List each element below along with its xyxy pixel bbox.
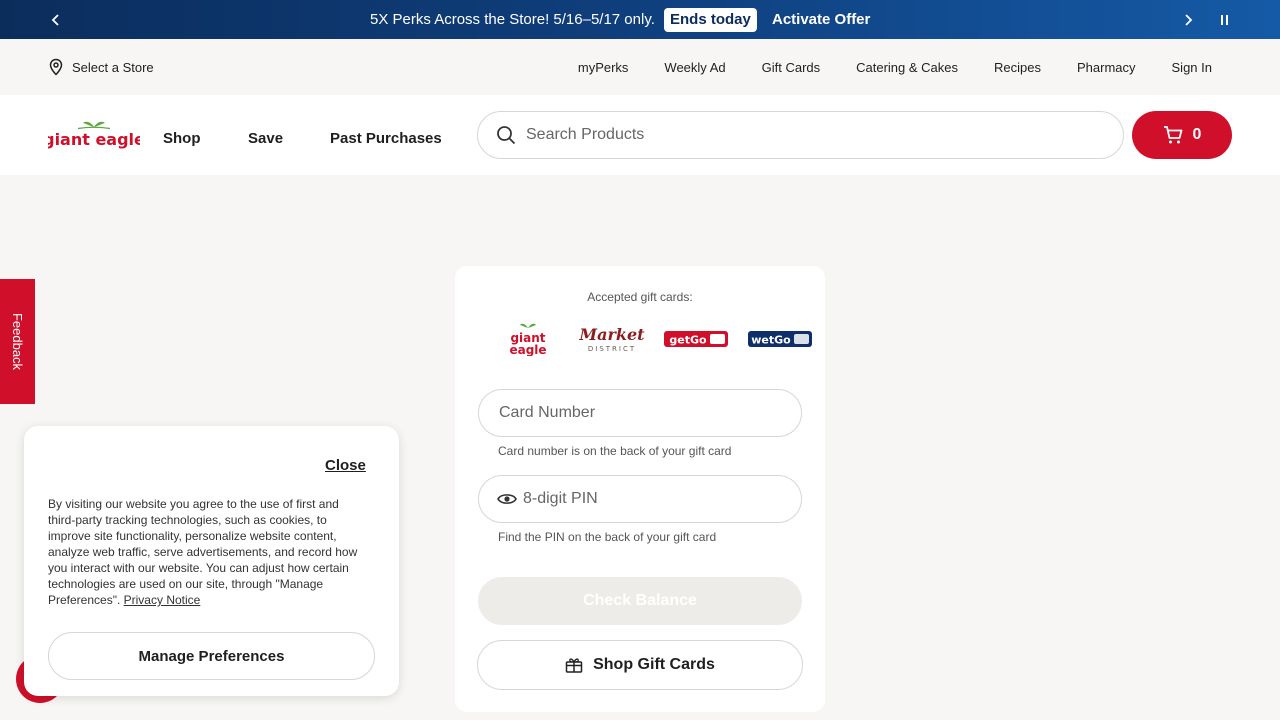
select-store-label: Select a Store — [72, 59, 154, 75]
cart-count: 0 — [1192, 126, 1202, 143]
pin-hint: Find the PIN on the back of your gift ca… — [498, 530, 717, 544]
link-pharmacy[interactable]: Pharmacy — [1077, 60, 1136, 75]
cart-button[interactable]: 0 — [1132, 111, 1232, 159]
manage-preferences-button[interactable]: Manage Preferences — [48, 632, 375, 680]
activate-offer-link[interactable]: Activate Offer — [772, 11, 870, 28]
svg-text:wetGo: wetGo — [751, 334, 791, 347]
promo-badge: Ends today — [664, 8, 757, 32]
search-box[interactable] — [477, 111, 1124, 159]
card-number-field[interactable] — [478, 389, 802, 437]
search-icon — [497, 126, 516, 145]
feedback-label: Feedback — [10, 312, 25, 371]
chevron-right-icon[interactable] — [1178, 10, 1198, 30]
utility-bar: Select a Store myPerks Weekly Ad Gift Ca… — [0, 39, 1280, 95]
link-recipes[interactable]: Recipes — [994, 60, 1041, 75]
link-weekly-ad[interactable]: Weekly Ad — [664, 60, 725, 75]
search-input[interactable] — [526, 126, 1086, 144]
getgo-logo: getGo — [664, 331, 728, 347]
gift-icon — [565, 658, 583, 673]
accepted-cards-list: giant eagle Market DISTRICT getGo wetGo — [495, 322, 813, 356]
nav-past-purchases[interactable]: Past Purchases — [330, 130, 442, 147]
link-myperks[interactable]: myPerks — [578, 60, 629, 75]
card-number-hint: Card number is on the back of your gift … — [498, 444, 732, 458]
gift-card-balance-panel: Accepted gift cards: giant eagle Market … — [455, 266, 825, 712]
svg-text:giant eagle: giant eagle — [48, 130, 140, 149]
card-number-input[interactable] — [499, 404, 759, 422]
nav-save[interactable]: Save — [248, 130, 283, 147]
shop-gift-cards-button[interactable]: Shop Gift Cards — [477, 640, 803, 690]
svg-text:getGo: getGo — [669, 334, 707, 347]
giant-eagle-brand-logo: giant eagle — [509, 323, 547, 356]
pause-icon[interactable] — [1214, 10, 1234, 30]
feedback-tab[interactable]: Feedback — [0, 279, 35, 404]
main-header: giant eagle Shop Save Past Purchases 0 — [0, 95, 1280, 175]
link-sign-in[interactable]: Sign In — [1172, 60, 1212, 75]
chevron-left-icon[interactable] — [46, 10, 66, 30]
privacy-notice-link[interactable]: Privacy Notice — [124, 593, 201, 607]
accepted-cards-label: Accepted gift cards: — [587, 290, 693, 304]
link-catering-cakes[interactable]: Catering & Cakes — [856, 60, 958, 75]
select-store-link[interactable]: Select a Store — [48, 58, 154, 76]
giant-eagle-logo[interactable]: giant eagle — [48, 119, 140, 151]
eye-icon[interactable] — [497, 492, 517, 506]
cookie-body: By visiting our website you agree to the… — [48, 497, 358, 607]
location-pin-icon — [49, 58, 63, 76]
cart-icon — [1163, 126, 1182, 144]
cookie-consent-dialog: Close By visiting our website you agree … — [24, 426, 399, 696]
wetgo-logo: wetGo — [748, 331, 812, 347]
promo-message: 5X Perks Across the Store! 5/16–5/17 onl… — [370, 11, 655, 28]
promo-bar: 5X Perks Across the Store! 5/16–5/17 onl… — [0, 0, 1280, 39]
svg-text:eagle: eagle — [509, 343, 546, 356]
check-balance-button[interactable]: Check Balance — [478, 577, 802, 625]
shop-gift-cards-label: Shop Gift Cards — [593, 656, 715, 673]
cookie-text: By visiting our website you agree to the… — [48, 496, 368, 608]
cookie-close-button[interactable]: Close — [325, 457, 366, 474]
market-district-logo: Market DISTRICT — [579, 325, 645, 353]
svg-text:Market: Market — [579, 325, 645, 344]
utility-links: myPerks Weekly Ad Gift Cards Catering & … — [578, 60, 1212, 75]
nav-shop[interactable]: Shop — [163, 130, 201, 147]
svg-text:DISTRICT: DISTRICT — [588, 345, 636, 353]
pin-field[interactable] — [478, 475, 802, 523]
pin-input[interactable] — [523, 490, 783, 508]
link-gift-cards[interactable]: Gift Cards — [762, 60, 821, 75]
